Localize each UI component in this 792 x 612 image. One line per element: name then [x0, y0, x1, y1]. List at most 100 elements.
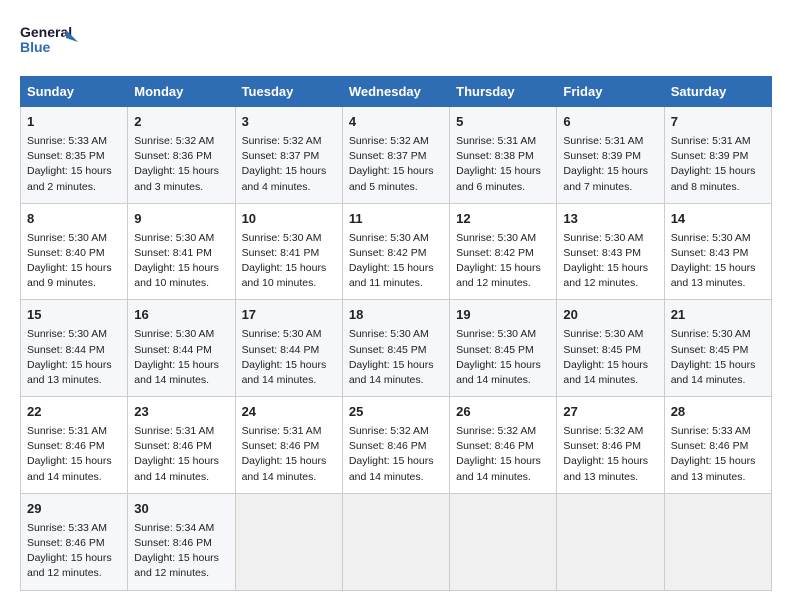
logo-icon: GeneralBlue — [20, 20, 80, 60]
sunrise-text: Sunrise: 5:30 AM — [671, 328, 751, 340]
daylight-label: Daylight: 15 hours and 14 minutes. — [134, 359, 219, 386]
calendar-cell: 16 Sunrise: 5:30 AM Sunset: 8:44 PM Dayligh… — [128, 300, 235, 397]
daylight-label: Daylight: 15 hours and 12 minutes. — [27, 552, 112, 579]
calendar-header: SundayMondayTuesdayWednesdayThursdayFrid… — [21, 77, 772, 107]
sunrise-text: Sunrise: 5:30 AM — [27, 232, 107, 244]
daylight-label: Daylight: 15 hours and 3 minutes. — [134, 165, 219, 192]
weekday-header-monday: Monday — [128, 77, 235, 107]
daylight-label: Daylight: 15 hours and 8 minutes. — [671, 165, 756, 192]
sunset-text: Sunset: 8:45 PM — [349, 344, 427, 356]
daylight-label: Daylight: 15 hours and 14 minutes. — [456, 359, 541, 386]
sunrise-text: Sunrise: 5:31 AM — [242, 425, 322, 437]
day-number: 3 — [242, 113, 336, 132]
sunset-text: Sunset: 8:38 PM — [456, 150, 534, 162]
sunset-text: Sunset: 8:46 PM — [134, 537, 212, 549]
svg-text:Blue: Blue — [20, 39, 51, 55]
sunset-text: Sunset: 8:36 PM — [134, 150, 212, 162]
calendar-cell: 2Sunrise: 5:32 AMSunset: 8:36 PMDaylight… — [128, 107, 235, 204]
calendar-cell — [450, 493, 557, 590]
sunset-text: Sunset: 8:46 PM — [671, 440, 749, 452]
day-number: 20 — [563, 306, 657, 325]
daylight-label: Daylight: 15 hours and 2 minutes. — [27, 165, 112, 192]
day-number: 8 — [27, 210, 121, 229]
sunset-text: Sunset: 8:35 PM — [27, 150, 105, 162]
daylight-label: Daylight: 15 hours and 13 minutes. — [27, 359, 112, 386]
calendar-cell: 18Sunrise: 5:30 AMSunset: 8:45 PMDayligh… — [342, 300, 449, 397]
calendar-cell: 8Sunrise: 5:30 AMSunset: 8:40 PMDaylight… — [21, 203, 128, 300]
calendar-cell: 22Sunrise: 5:31 AMSunset: 8:46 PMDayligh… — [21, 397, 128, 494]
calendar-cell: 15Sunrise: 5:30 AMSunset: 8:44 PMDayligh… — [21, 300, 128, 397]
sunset-text: Sunset: 8:43 PM — [563, 247, 641, 259]
sunset-text: Sunset: 8:46 PM — [456, 440, 534, 452]
calendar-cell: 25Sunrise: 5:32 AMSunset: 8:46 PMDayligh… — [342, 397, 449, 494]
day-number: 1 — [27, 113, 121, 132]
sunset-text: Sunset: 8:37 PM — [242, 150, 320, 162]
day-number: 5 — [456, 113, 550, 132]
calendar-cell — [557, 493, 664, 590]
sunrise-text: Sunrise: 5:30 AM — [456, 328, 536, 340]
day-number: 29 — [27, 500, 121, 519]
day-number: 22 — [27, 403, 121, 422]
calendar-cell: 1 Sunrise: 5:33 AM Sunset: 8:35 PM Daylight… — [21, 107, 128, 204]
daylight-label: Daylight: 15 hours and 14 minutes. — [27, 455, 112, 482]
day-number: 10 — [242, 210, 336, 229]
sunset-text: Sunset: 8:46 PM — [563, 440, 641, 452]
weekday-header-saturday: Saturday — [664, 77, 771, 107]
day-number: 12 — [456, 210, 550, 229]
calendar-cell: 24Sunrise: 5:31 AMSunset: 8:46 PMDayligh… — [235, 397, 342, 494]
sunrise-text: Sunrise: 5:30 AM — [134, 328, 214, 340]
sunrise-text: Sunrise: 5:30 AM — [349, 232, 429, 244]
sunrise-text: Sunrise: 5:30 AM — [671, 232, 751, 244]
calendar-cell: 20Sunrise: 5:30 AMSunset: 8:45 PMDayligh… — [557, 300, 664, 397]
day-number: 26 — [456, 403, 550, 422]
daylight-label: Daylight: 15 hours and 12 minutes. — [456, 262, 541, 289]
daylight-label: Daylight: 15 hours and 9 minutes. — [27, 262, 112, 289]
calendar-cell — [342, 493, 449, 590]
daylight-label: Daylight: 15 hours and 14 minutes. — [671, 359, 756, 386]
calendar-cell: 19Sunrise: 5:30 AMSunset: 8:45 PMDayligh… — [450, 300, 557, 397]
day-number: 9 — [134, 210, 228, 229]
page-header: GeneralBlue — [20, 20, 772, 60]
calendar-cell: 7Sunrise: 5:31 AMSunset: 8:39 PMDaylight… — [664, 107, 771, 204]
daylight-label: Daylight: 15 hours and 13 minutes. — [671, 455, 756, 482]
daylight-label: Daylight: 15 hours and 5 minutes. — [349, 165, 434, 192]
daylight-label: Daylight: 15 hours and 12 minutes. — [563, 262, 648, 289]
sunrise-text: Sunrise: 5:31 AM — [563, 135, 643, 147]
sunrise-text: Sunrise: 5:31 AM — [456, 135, 536, 147]
calendar-cell — [664, 493, 771, 590]
day-number: 2 — [134, 113, 228, 132]
calendar-cell: 11Sunrise: 5:30 AMSunset: 8:42 PMDayligh… — [342, 203, 449, 300]
weekday-header-wednesday: Wednesday — [342, 77, 449, 107]
sunrise-text: Sunrise: 5:30 AM — [563, 328, 643, 340]
sunrise-text: Sunrise: 5:31 AM — [27, 425, 107, 437]
calendar-cell: 4Sunrise: 5:32 AMSunset: 8:37 PMDaylight… — [342, 107, 449, 204]
sunrise-text: Sunrise: 5:30 AM — [563, 232, 643, 244]
calendar-cell: 21 Sunrise: 5:30 AM Sunset: 8:45 PM Dayligh… — [664, 300, 771, 397]
calendar-cell: 27Sunrise: 5:32 AMSunset: 8:46 PMDayligh… — [557, 397, 664, 494]
sunrise-text: Sunrise: 5:31 AM — [134, 425, 214, 437]
daylight-label: Daylight: 15 hours and 13 minutes. — [671, 262, 756, 289]
weekday-header-friday: Friday — [557, 77, 664, 107]
day-number: 27 — [563, 403, 657, 422]
sunrise-text: Sunrise: 5:30 AM — [242, 232, 322, 244]
calendar-cell: 28Sunrise: 5:33 AMSunset: 8:46 PMDayligh… — [664, 397, 771, 494]
sunset-text: Sunset: 8:44 PM — [134, 344, 212, 356]
calendar-cell: 14Sunrise: 5:30 AMSunset: 8:43 PMDayligh… — [664, 203, 771, 300]
day-number: 30 — [134, 500, 228, 519]
sunset-text: Sunset: 8:41 PM — [134, 247, 212, 259]
day-number: 16 — [134, 306, 228, 325]
daylight-label: Daylight: 15 hours and 7 minutes. — [563, 165, 648, 192]
sunrise-text: Sunrise: 5:34 AM — [134, 522, 214, 534]
calendar-cell: 6Sunrise: 5:31 AMSunset: 8:39 PMDaylight… — [557, 107, 664, 204]
sunset-text: Sunset: 8:45 PM — [671, 344, 749, 356]
daylight-label: Daylight: 15 hours and 11 minutes. — [349, 262, 434, 289]
svg-text:General: General — [20, 24, 72, 40]
sunset-text: Sunset: 8:46 PM — [27, 537, 105, 549]
sunrise-text: Sunrise: 5:33 AM — [27, 135, 107, 147]
calendar-cell: 5Sunrise: 5:31 AMSunset: 8:38 PMDaylight… — [450, 107, 557, 204]
day-number: 24 — [242, 403, 336, 422]
daylight-label: Daylight: 15 hours and 10 minutes. — [134, 262, 219, 289]
day-number: 21 — [671, 306, 765, 325]
daylight-label: Daylight: 15 hours and 14 minutes. — [349, 359, 434, 386]
sunset-text: Sunset: 8:43 PM — [671, 247, 749, 259]
